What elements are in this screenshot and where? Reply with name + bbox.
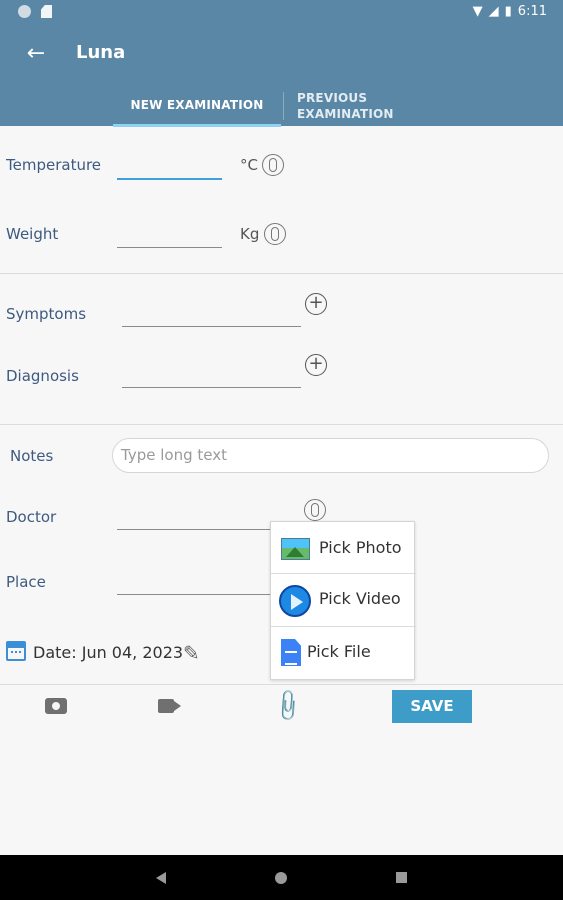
sd-card-icon — [41, 5, 52, 18]
add-symptom-icon[interactable]: + — [305, 293, 327, 315]
page-title: Luna — [76, 42, 126, 63]
temperature-unit: °C — [240, 156, 258, 174]
status-time: 6:11 — [517, 4, 547, 19]
back-arrow-icon[interactable]: ← — [22, 40, 50, 68]
weight-unit: Kg — [240, 225, 260, 243]
doctor-label: Doctor — [6, 508, 57, 526]
tab-new-examination[interactable]: NEW EXAMINATION — [113, 88, 281, 126]
nav-back-icon[interactable] — [156, 872, 166, 884]
file-icon — [281, 639, 301, 666]
section-divider — [0, 273, 563, 274]
toolbar-divider — [0, 684, 563, 685]
notes-label: Notes — [10, 447, 54, 465]
symptoms-label: Symptoms — [6, 305, 87, 323]
weight-info-icon[interactable] — [264, 223, 286, 245]
play-video-icon — [279, 585, 311, 617]
doctor-input[interactable] — [117, 529, 272, 530]
place-input[interactable] — [117, 594, 272, 595]
tab-previous-examination[interactable]: PREVIOUS EXAMINATION — [297, 90, 427, 122]
symptoms-input[interactable] — [122, 326, 301, 327]
tab-indicator — [113, 124, 281, 127]
date-text[interactable]: Date: Jun 04, 2023 — [33, 643, 183, 662]
weight-input[interactable] — [117, 247, 222, 248]
temperature-input[interactable] — [117, 178, 222, 180]
pick-video-label: Pick Video — [319, 589, 401, 608]
pick-video-item[interactable]: Pick Video — [271, 575, 416, 627]
status-icons-left — [18, 5, 52, 18]
attach-menu: Pick Photo Pick Video Pick File — [270, 521, 416, 680]
notes-input[interactable]: Type long text — [112, 438, 549, 473]
doctor-info-icon[interactable] — [304, 499, 326, 521]
diagnosis-input[interactable] — [122, 387, 301, 388]
place-label: Place — [6, 573, 46, 591]
weight-label: Weight — [6, 225, 59, 243]
video-camera-icon[interactable] — [158, 699, 174, 713]
pick-photo-label: Pick Photo — [319, 538, 402, 557]
nav-recents-icon[interactable] — [396, 872, 407, 883]
calendar-icon[interactable] — [6, 641, 26, 661]
pick-file-item[interactable]: Pick File — [271, 628, 416, 680]
edit-date-icon[interactable]: ✎ — [183, 642, 205, 664]
battery-icon: ▮ — [504, 4, 512, 19]
status-icons-right: ▼ ◢ ▮ 6:11 — [473, 4, 547, 19]
signal-icon: ◢ — [488, 4, 499, 19]
notification-dot-icon — [18, 5, 31, 18]
photo-icon — [281, 538, 310, 560]
pick-file-label: Pick File — [307, 642, 371, 661]
tab-divider — [283, 92, 284, 120]
paperclip-icon[interactable]: 📎 — [269, 688, 306, 725]
nav-home-icon[interactable] — [275, 872, 287, 884]
temperature-info-icon[interactable] — [262, 154, 284, 176]
save-button[interactable]: SAVE — [392, 690, 472, 723]
diagnosis-label: Diagnosis — [6, 367, 79, 385]
app-bar: ← Luna NEW EXAMINATION PREVIOUS EXAMINAT… — [0, 26, 563, 127]
temperature-label: Temperature — [6, 156, 102, 174]
status-bar: ▼ ◢ ▮ 6:11 — [0, 0, 563, 26]
add-diagnosis-icon[interactable]: + — [305, 354, 327, 376]
camera-icon[interactable] — [45, 698, 67, 714]
wifi-icon: ▼ — [472, 4, 483, 19]
system-nav-bar — [0, 855, 563, 900]
pick-photo-item[interactable]: Pick Photo — [271, 522, 416, 574]
section-divider — [0, 424, 563, 425]
